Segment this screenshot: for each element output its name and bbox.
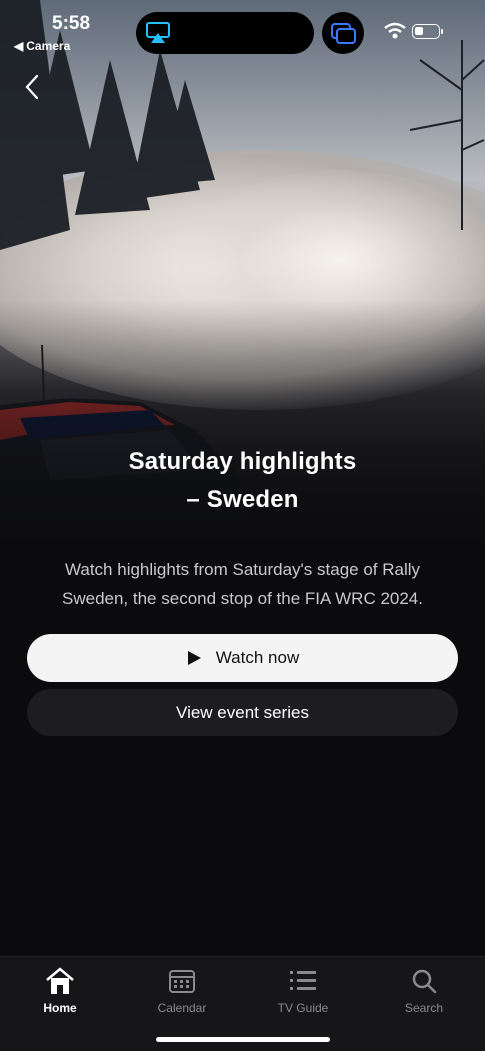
back-to-app[interactable]: ◀ Camera xyxy=(14,39,70,53)
page-title: Saturday highlights – Sweden xyxy=(0,443,485,519)
tab-home[interactable]: Home xyxy=(10,965,110,1015)
list-icon xyxy=(290,971,316,990)
hero-fade xyxy=(0,300,485,560)
status-bar: 5:58 ◀ Camera xyxy=(0,0,485,70)
tab-search-label: Search xyxy=(404,1001,444,1015)
search-icon xyxy=(412,969,437,994)
title-line-2: – Sweden xyxy=(186,486,299,513)
view-event-series-button[interactable]: View event series xyxy=(27,689,458,736)
title-line-1: Saturday highlights xyxy=(128,448,357,475)
pip-icon xyxy=(331,23,356,44)
airplay-icon[interactable] xyxy=(146,22,170,44)
tab-tv-guide-label: TV Guide xyxy=(277,1001,329,1015)
watch-now-label: Watch now xyxy=(215,648,300,667)
back-triangle-icon: ◀ xyxy=(14,39,24,53)
status-time: 5:58 xyxy=(52,13,91,34)
battery-nub xyxy=(441,29,443,34)
back-chevron-icon[interactable] xyxy=(18,70,48,104)
calendar-icon xyxy=(169,970,195,993)
description: Watch highlights from Saturday's stage o… xyxy=(62,560,423,608)
pip-button[interactable] xyxy=(322,12,364,54)
home-icon xyxy=(46,967,74,994)
wifi-icon xyxy=(384,22,406,39)
battery-icon xyxy=(412,24,440,39)
back-app-label: Camera xyxy=(26,39,71,53)
watch-now-button[interactable]: Watch now xyxy=(27,634,458,682)
tab-search[interactable]: Search xyxy=(374,965,474,1015)
tab-calendar[interactable]: Calendar xyxy=(132,965,232,1015)
tab-home-label: Home xyxy=(43,1001,77,1015)
view-event-series-label: View event series xyxy=(176,702,309,722)
play-icon xyxy=(187,651,201,665)
home-indicator[interactable] xyxy=(156,1037,330,1042)
tab-calendar-label: Calendar xyxy=(157,1001,207,1015)
tab-tv-guide[interactable]: TV Guide xyxy=(253,965,353,1015)
